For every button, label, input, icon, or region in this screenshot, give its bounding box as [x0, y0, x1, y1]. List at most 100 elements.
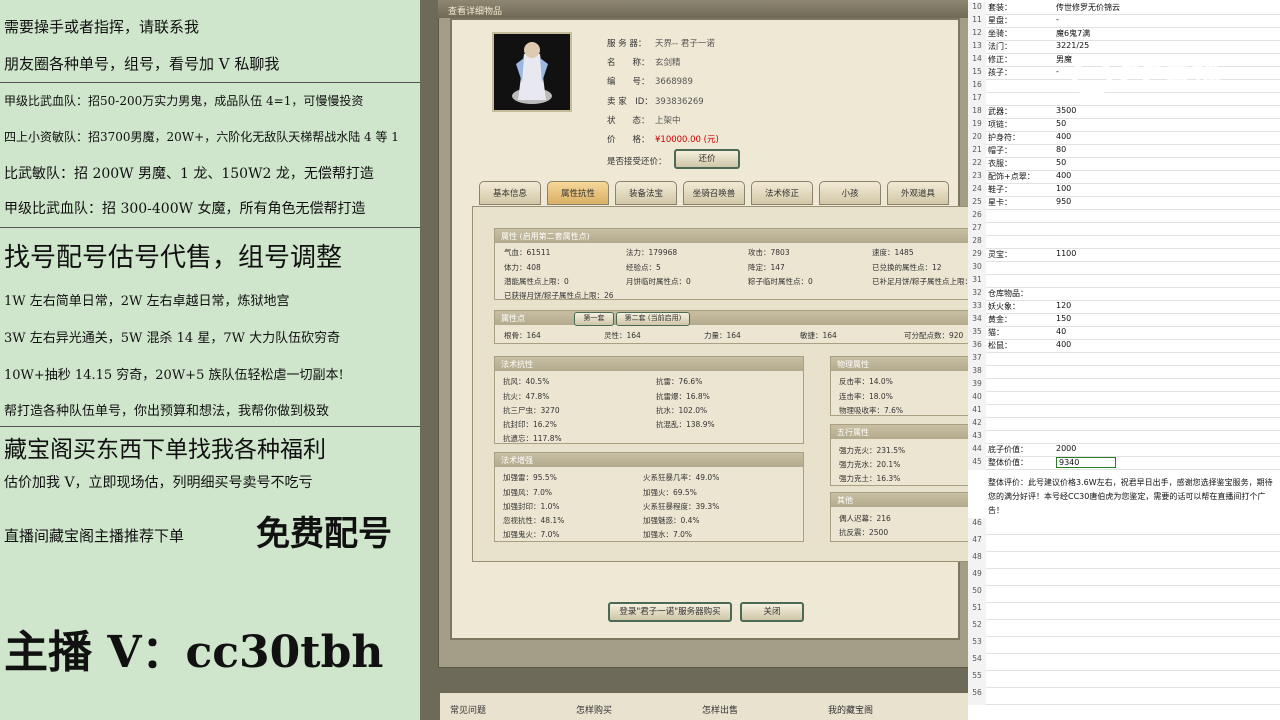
row-number: 41	[968, 405, 986, 418]
info-note: 已获得月饼/粽子属性点上限：26	[504, 291, 614, 300]
cell-label[interactable]: 底子价值：	[988, 444, 1028, 455]
row-number: 36	[968, 340, 986, 353]
note-heading: 找号配号估号代售，组号调整	[4, 243, 343, 273]
row-number: 25	[968, 197, 986, 210]
note-line: 甲级比武血队：招50-200万实力男鬼，成品队伍 4=1，可慢慢投资	[4, 94, 364, 108]
row-number: 54	[968, 654, 986, 671]
cell-value[interactable]: 3500	[1056, 106, 1076, 115]
cell-value[interactable]: 9340	[1056, 457, 1116, 468]
cell-value[interactable]: 3221/25	[1056, 41, 1089, 50]
tab-mounts-summons[interactable]: 坐骑召唤兽	[683, 181, 745, 205]
row-number: 51	[968, 603, 986, 620]
nav-my-treasure[interactable]: 我的藏宝阁	[828, 703, 873, 716]
bargain-label: 是否接受还价：	[607, 157, 667, 167]
row-number: 22	[968, 158, 986, 171]
row-number: 33	[968, 301, 986, 314]
row-number: 56	[968, 688, 986, 705]
cell-label[interactable]: 星卡：	[988, 197, 1012, 208]
cell-value[interactable]: 400	[1056, 340, 1071, 349]
cell-label[interactable]: 星盘：	[988, 15, 1012, 26]
note-line: 1W 左右简单日常，2W 左右卓越日常，炼狱地宫	[4, 294, 290, 309]
tab-points-set1[interactable]: 第一套	[574, 312, 614, 326]
login-purchase-button[interactable]: 登录"君子一诺"服务器购买	[608, 602, 732, 622]
cell-value[interactable]: 400	[1056, 171, 1071, 180]
spreadsheet-panel: 10 套装： 传世修罗无价锦云 11 星盘： - 12 坐骑： 魔6鬼7满 13 法门： 3221/2…	[968, 0, 1280, 720]
row-number: 12	[968, 28, 986, 41]
price-row: 价 格： ¥10000.00 (元)	[607, 135, 719, 145]
row-number: 52	[968, 620, 986, 637]
tab-attributes-resist[interactable]: 属性抗性	[547, 181, 609, 205]
cell-label[interactable]: 帽子：	[988, 145, 1012, 156]
divider	[0, 227, 420, 228]
cell-label[interactable]: 修正：	[988, 54, 1012, 65]
tab-child[interactable]: 小孩	[819, 181, 881, 205]
cell-label[interactable]: 妖火象：	[988, 301, 1020, 312]
tab-points-set2[interactable]: 第二套 (当前启用)	[616, 312, 690, 326]
character-portrait	[492, 32, 572, 112]
cell-label[interactable]: 黄金：	[988, 314, 1012, 325]
bargain-button[interactable]: 还价	[674, 149, 740, 169]
close-button[interactable]: 关闭	[740, 602, 804, 622]
cell-label[interactable]: 衣服：	[988, 158, 1012, 169]
note-line: 比武敏队：招 200W 男魔、1 龙、150W2 龙，无偿帮打造	[4, 166, 374, 182]
cell-value[interactable]: 120	[1056, 301, 1071, 310]
cell-label[interactable]: 武器：	[988, 106, 1012, 117]
row-number: 17	[968, 93, 986, 106]
cell-value[interactable]: 50	[1056, 158, 1066, 167]
nav-how-to-buy[interactable]: 怎样购买	[576, 703, 612, 716]
cell-value[interactable]: 400	[1056, 132, 1071, 141]
cell-value[interactable]: 150	[1056, 314, 1071, 323]
cell-label[interactable]: 松鼠：	[988, 340, 1012, 351]
tab-basic-info[interactable]: 基本信息	[479, 181, 541, 205]
row-number: 38	[968, 366, 986, 379]
cell-label[interactable]: 猫：	[988, 327, 1004, 338]
cell-label[interactable]: 孩子：	[988, 67, 1012, 78]
cell-value[interactable]: 80	[1056, 145, 1066, 154]
cc-live-logo: CC直播	[1072, 50, 1242, 97]
row-number: 45	[968, 457, 986, 470]
nav-faq[interactable]: 常见问题	[450, 703, 486, 716]
cell-label[interactable]: 坐骑：	[988, 28, 1012, 39]
cell-value[interactable]: 魔6鬼7满	[1056, 28, 1090, 39]
row-number: 37	[968, 353, 986, 366]
row-number: 53	[968, 637, 986, 654]
cell-value[interactable]: 2000	[1056, 444, 1076, 453]
note-line: 10W+抽秒 14.15 穷奇，20W+5 族队伍轻松虐一切副本!	[4, 368, 344, 383]
cell-label[interactable]: 仓库物品：	[988, 288, 1028, 299]
cell-value[interactable]: 1100	[1056, 249, 1076, 258]
row-number: 55	[968, 671, 986, 688]
tab-appearance[interactable]: 外观道具	[887, 181, 949, 205]
note-line: 朋友圈各种单号，组号，看号加 V 私聊我	[4, 55, 280, 73]
row-number: 15	[968, 67, 986, 80]
cell-value[interactable]: -	[1056, 15, 1059, 24]
cell-value[interactable]: 950	[1056, 197, 1071, 206]
cell-label[interactable]: 灵宝：	[988, 249, 1012, 260]
row-number: 48	[968, 552, 986, 569]
cell-value[interactable]: 100	[1056, 184, 1071, 193]
cell-label[interactable]: 整体价值：	[988, 457, 1028, 468]
cell-label[interactable]: 配饰+点翠：	[988, 171, 1035, 182]
note-line: 四上小资敏队：招3700男魔，20W+，六阶化无敌队天梯帮战水陆 4 等 1	[4, 130, 399, 144]
nav-how-to-sell[interactable]: 怎样出售	[702, 703, 738, 716]
row-number: 13	[968, 41, 986, 54]
cell-value[interactable]: 50	[1056, 119, 1066, 128]
cell-value[interactable]: -	[1056, 67, 1059, 76]
cell-label[interactable]: 护身符：	[988, 132, 1020, 143]
tab-spell-correction[interactable]: 法术修正	[751, 181, 813, 205]
row-number: 42	[968, 418, 986, 431]
cell-label[interactable]: 项链：	[988, 119, 1012, 130]
tab-equipment[interactable]: 装备法宝	[615, 181, 677, 205]
row-number: 26	[968, 210, 986, 223]
cell-value[interactable]: 40	[1056, 327, 1066, 336]
row-number: 34	[968, 314, 986, 327]
cell-label[interactable]: 套装：	[988, 2, 1012, 13]
cell-value[interactable]: 传世修罗无价锦云	[1056, 2, 1120, 13]
cell-label[interactable]: 法门：	[988, 41, 1012, 52]
server-row: 服 务 器： 天界-- 君子一诺	[607, 39, 715, 49]
note-line: 估价加我 V，立即现场估，列明细买号卖号不吃亏	[4, 475, 313, 491]
note-line: 帮打造各种队伍单号，你出预算和想法，我帮你做到极致	[4, 404, 330, 419]
cell-value[interactable]: 男魔	[1056, 54, 1072, 65]
note-heading: 免费配号	[256, 514, 392, 554]
cell-label[interactable]: 鞋子：	[988, 184, 1012, 195]
row-number: 49	[968, 569, 986, 586]
